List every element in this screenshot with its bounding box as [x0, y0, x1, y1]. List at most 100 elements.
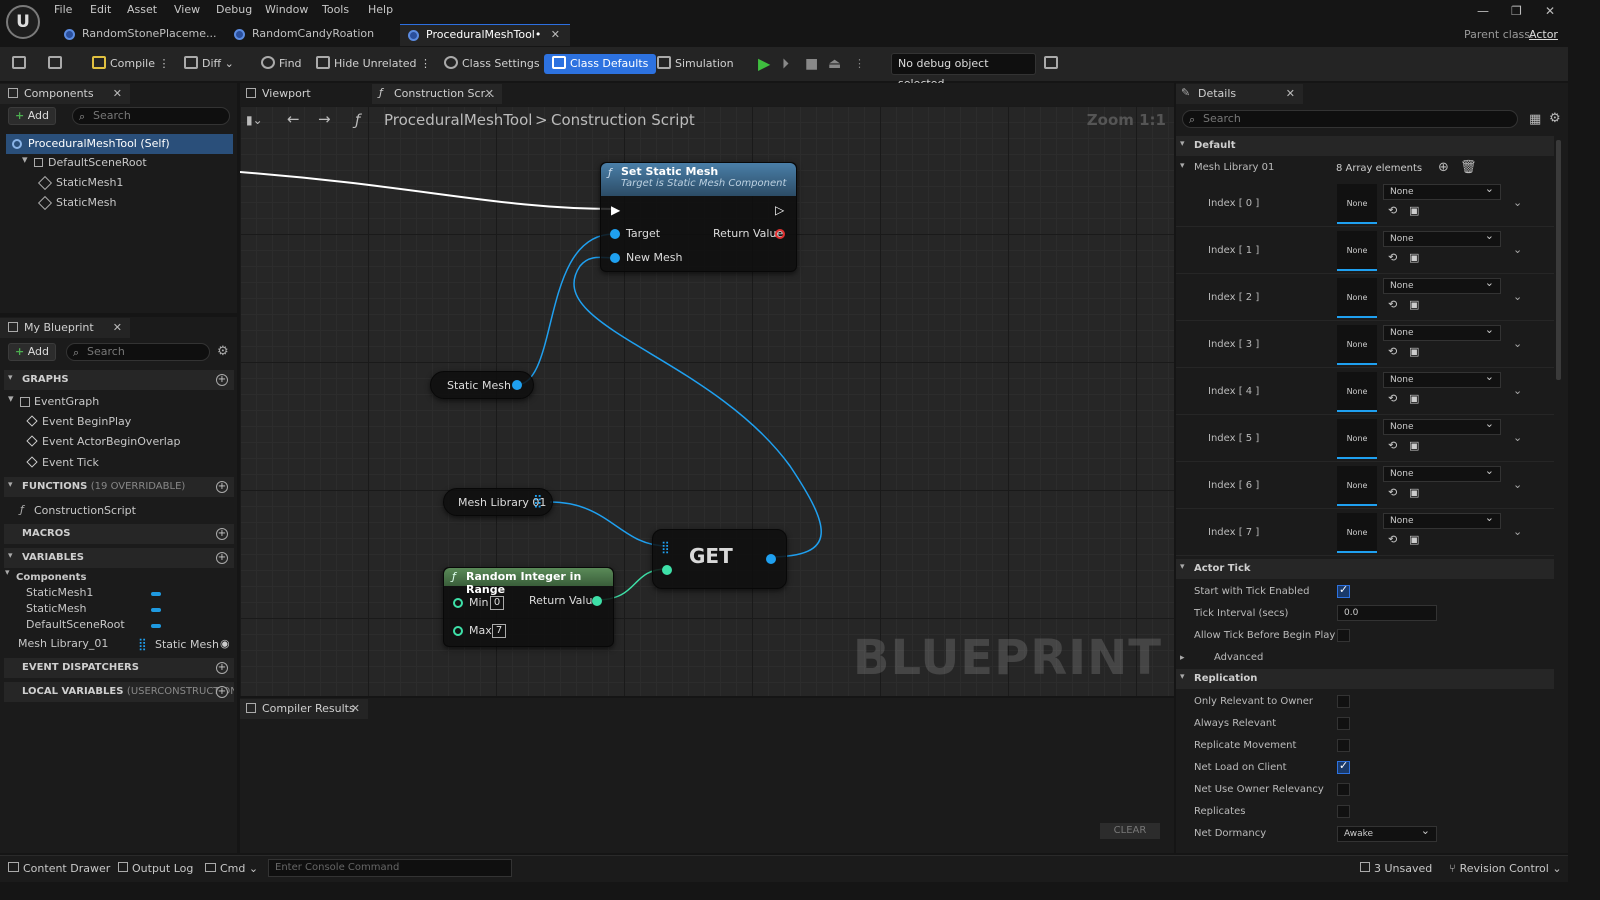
replication-category[interactable]: Replication — [1176, 669, 1554, 689]
event-tick[interactable]: Event Tick — [26, 453, 99, 473]
component-self[interactable]: ProceduralMeshTool (Self) — [6, 134, 233, 154]
mesh-thumbnail[interactable]: None — [1337, 231, 1377, 271]
menu-window[interactable]: Window — [265, 3, 308, 16]
menu-help[interactable]: Help — [368, 3, 393, 16]
mesh-thumbnail[interactable]: None — [1337, 184, 1377, 224]
mesh-thumbnail[interactable]: None — [1337, 325, 1377, 365]
more-icon[interactable]: ⋮ — [854, 54, 865, 74]
exec-in-pin[interactable]: ▶ — [611, 203, 620, 217]
variable-mesh-library[interactable]: Mesh Library_01 — [18, 634, 108, 654]
collapse-icon[interactable]: ▾ — [8, 480, 13, 490]
min-pin[interactable] — [453, 598, 463, 608]
random-integer-node[interactable]: Random Integer in Range ƒ Min 0 Return V… — [443, 567, 614, 647]
diff-button[interactable]: Diff ⌄ — [184, 54, 234, 74]
compiler-results-tab[interactable]: Compiler Results ✕ — [240, 699, 368, 719]
find-button[interactable]: Find — [261, 54, 302, 74]
use-selected-icon[interactable]: ⟲ — [1388, 533, 1397, 546]
play-icon[interactable]: ▶ — [758, 54, 770, 74]
output-log-button[interactable]: Output Log — [118, 862, 193, 875]
forward-arrow-icon[interactable]: → — [318, 110, 331, 128]
default-category[interactable]: Default — [1176, 136, 1554, 156]
close-panel-icon[interactable]: ✕ — [113, 84, 122, 104]
unreal-logo-icon[interactable]: U — [6, 5, 40, 39]
index-input-pin[interactable] — [662, 565, 672, 575]
expand-icon[interactable]: ▾ — [8, 392, 14, 405]
mesh-library-getter-node[interactable]: Mesh Library 01 ⣿ — [443, 488, 553, 516]
class-settings-button[interactable]: Class Settings — [444, 54, 540, 74]
mesh-thumbnail[interactable]: None — [1337, 372, 1377, 412]
browse-asset-icon[interactable]: ▣ — [1409, 533, 1419, 546]
simulation-button[interactable]: Simulation — [657, 54, 734, 74]
unsaved-button[interactable]: 3 Unsaved — [1360, 862, 1432, 875]
add-element-icon[interactable]: ⊕ — [1438, 160, 1449, 175]
blueprint-search-input[interactable]: Search — [66, 343, 210, 361]
eye-icon[interactable]: ◉ — [220, 637, 230, 650]
add-variable-icon[interactable]: + — [216, 552, 228, 564]
local-variables-section[interactable]: LOCAL VARIABLES (USERCONSTRUCTIONSCRIP+ — [4, 682, 234, 702]
tab-random-stone[interactable]: RandomStonePlaceme... — [56, 24, 224, 46]
mesh-thumbnail[interactable]: None — [1337, 513, 1377, 553]
net-load-checkbox[interactable] — [1337, 759, 1350, 774]
functions-section[interactable]: FUNCTIONS (19 OVERRIDABLE) + — [4, 477, 234, 497]
stop-icon[interactable]: ■ — [805, 54, 818, 74]
back-arrow-icon[interactable]: ← — [287, 110, 300, 128]
getter-output-pin[interactable] — [512, 380, 522, 390]
mesh-dropdown[interactable]: None — [1383, 511, 1501, 529]
class-defaults-button[interactable]: Class Defaults — [544, 54, 657, 74]
variable-default-scene-root[interactable]: DefaultSceneRoot — [26, 615, 125, 635]
compile-button[interactable]: Compile ⋮ — [92, 54, 170, 74]
add-component-button[interactable]: + Add — [8, 107, 57, 125]
use-selected-icon[interactable]: ⟲ — [1388, 345, 1397, 358]
graphs-section[interactable]: GRAPHS + — [4, 370, 234, 390]
chevron-down-icon[interactable]: ⌄ — [1513, 196, 1522, 209]
menu-edit[interactable]: Edit — [90, 3, 111, 16]
mesh-dropdown[interactable]: None — [1383, 276, 1501, 294]
exec-out-pin[interactable]: ▷ — [775, 203, 784, 217]
tab-random-candy[interactable]: RandomCandyRoation — [226, 24, 396, 46]
add-member-button[interactable]: + Add — [8, 343, 57, 361]
new-mesh-pin[interactable] — [610, 253, 620, 263]
browse-asset-icon[interactable]: ▣ — [1409, 345, 1419, 358]
tab-viewport[interactable]: Viewport — [240, 84, 365, 104]
mesh-thumbnail[interactable]: None — [1337, 419, 1377, 459]
browse-asset-icon[interactable]: ▣ — [1409, 251, 1419, 264]
close-panel-icon[interactable]: ✕ — [1286, 84, 1295, 104]
expand-icon[interactable]: ▸ — [1180, 653, 1185, 663]
eject-icon[interactable]: ⏏ — [828, 54, 841, 74]
details-tab[interactable]: Details ✕ — [1176, 84, 1303, 104]
event-begin-play[interactable]: Event BeginPlay — [26, 412, 131, 432]
add-macro-icon[interactable]: + — [216, 528, 228, 540]
settings-gear-icon[interactable]: ⚙ — [1549, 111, 1561, 126]
collapse-icon[interactable]: ▾ — [1180, 562, 1185, 572]
chevron-down-icon[interactable]: ⌄ — [1513, 525, 1522, 538]
details-search-input[interactable]: Search — [1182, 110, 1518, 128]
add-function-icon[interactable]: + — [216, 481, 228, 493]
tick-interval-input[interactable]: 0.0 — [1337, 605, 1437, 621]
array-grid-icon[interactable]: ⣿ — [533, 494, 543, 509]
static-mesh1-getter-node[interactable]: Static Mesh 1 — [430, 371, 534, 399]
replicate-movement-checkbox[interactable] — [1337, 739, 1350, 752]
trash-icon[interactable]: 🗑 — [1460, 160, 1477, 175]
close-window-icon[interactable]: ✕ — [1545, 4, 1555, 18]
save-icon[interactable] — [12, 54, 30, 74]
breadcrumb-root[interactable]: ProceduralMeshTool — [384, 111, 532, 129]
browse-asset-icon[interactable]: ▣ — [1409, 392, 1419, 405]
max-pin[interactable] — [453, 626, 463, 636]
allow-tick-checkbox[interactable] — [1337, 629, 1350, 642]
net-dormancy-dropdown[interactable]: Awake — [1337, 824, 1437, 842]
browse-asset-icon[interactable]: ▣ — [1409, 298, 1419, 311]
details-scrollbar[interactable] — [1556, 140, 1561, 380]
mesh-dropdown[interactable]: None — [1383, 464, 1501, 482]
variables-section[interactable]: VARIABLES + — [4, 548, 234, 568]
menu-file[interactable]: File — [54, 3, 72, 16]
collapse-icon[interactable]: ▾ — [1180, 672, 1185, 682]
chevron-down-icon[interactable]: ⌄ — [1513, 384, 1522, 397]
close-tab-icon[interactable]: ✕ — [485, 84, 494, 104]
tab-construction-script[interactable]: Construction Scr... ✕ — [372, 84, 502, 104]
browse-asset-icon[interactable]: ▣ — [1409, 486, 1419, 499]
console-command-input[interactable]: Enter Console Command — [268, 859, 512, 877]
mesh-dropdown[interactable]: None — [1383, 417, 1501, 435]
collapse-icon[interactable]: ▾ — [1180, 139, 1185, 149]
collapse-icon[interactable]: ▾ — [1180, 161, 1185, 171]
mesh-thumbnail[interactable]: None — [1337, 278, 1377, 318]
